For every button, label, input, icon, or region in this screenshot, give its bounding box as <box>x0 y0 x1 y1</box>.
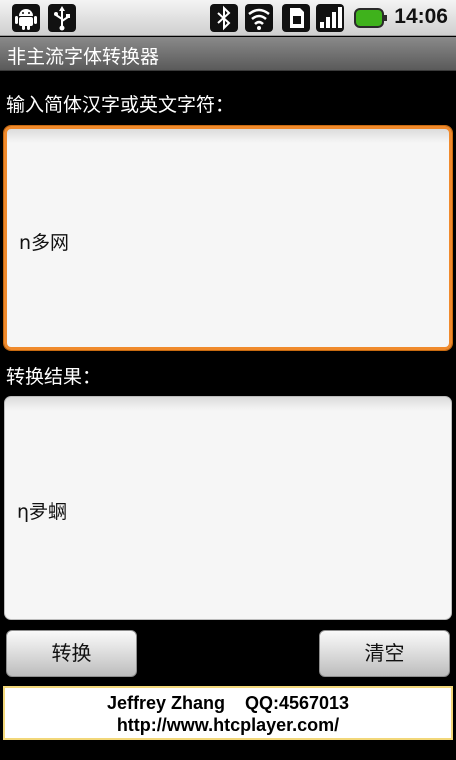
footer-author: Jeffrey Zhang QQ:4567013 <box>106 693 350 713</box>
battery-icon <box>354 8 387 28</box>
input-text-value: n多网 <box>19 232 70 254</box>
footer-banner[interactable]: Jeffrey Zhang QQ:4567013 http://www.htcp… <box>3 686 453 740</box>
usb-icon <box>48 4 76 32</box>
footer-url[interactable]: http://www.htcplayer.com/ <box>5 714 451 736</box>
result-label: 转换结果： <box>6 366 102 388</box>
status-bar: 14:06 <box>0 0 456 36</box>
android-icon <box>12 4 40 32</box>
input-label: 输入简体汉字或英文字符： <box>6 94 235 116</box>
input-text-field[interactable]: n多网 <box>4 126 452 350</box>
app-title: 非主流字体转换器 <box>7 46 160 68</box>
signal-icon <box>316 4 344 32</box>
bluetooth-icon <box>210 4 238 32</box>
clock: 14:06 <box>394 5 448 28</box>
convert-button[interactable]: 转换 <box>6 630 137 677</box>
clear-button[interactable]: 清空 <box>319 630 450 677</box>
title-bar: 非主流字体转换器 <box>0 37 456 71</box>
result-text-value: η夛蛧 <box>17 501 68 523</box>
result-text-field[interactable]: η夛蛧 <box>4 396 452 620</box>
wifi-icon <box>245 4 273 32</box>
sim-icon <box>282 4 310 32</box>
